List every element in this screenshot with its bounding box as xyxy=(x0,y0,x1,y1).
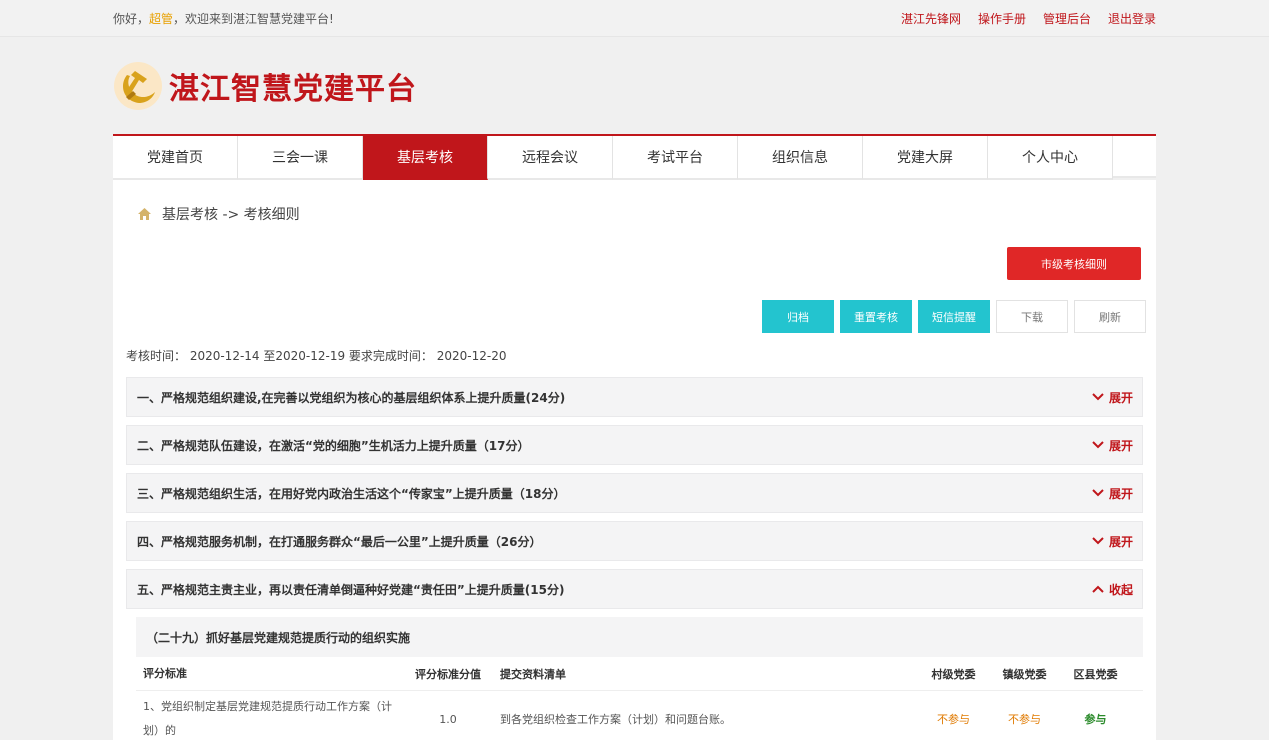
cell-score: 1.0 xyxy=(439,712,457,726)
expand-toggle[interactable]: 展开 xyxy=(1092,533,1133,550)
link-manual[interactable]: 操作手册 xyxy=(978,10,1026,27)
link-pioneer-site[interactable]: 湛江先锋网 xyxy=(901,10,961,27)
greeting-suffix: ，欢迎来到湛江智慧党建平台! xyxy=(173,11,334,26)
expand-toggle[interactable]: 展开 xyxy=(1092,485,1133,502)
col-header-village: 村级党委 xyxy=(931,667,976,681)
cell-county-status: 参与 xyxy=(1084,713,1107,726)
cell-materials: 到各党组织检查工作方案（计划）和问题台账。 xyxy=(500,713,731,726)
col-header-score: 评分标准分值 xyxy=(415,667,481,681)
toggle-label: 展开 xyxy=(1108,438,1133,453)
archive-button[interactable]: 归档 xyxy=(762,300,834,333)
exam-time: 考核时间： 2020-12-14 至2020-12-19 要求完成时间： 202… xyxy=(126,349,507,363)
download-button[interactable]: 下载 xyxy=(996,300,1068,333)
link-logout[interactable]: 退出登录 xyxy=(1108,10,1156,27)
section-header[interactable]: 五、严格规范主责主业，再以责任清单倒逼种好党建“责任田”上提升质量(15分) 收… xyxy=(126,569,1143,609)
toggle-label: 展开 xyxy=(1108,486,1133,501)
section-header[interactable]: 四、严格规范服务机制，在打通服务群众“最后一公里”上提升质量（26分） 展开 xyxy=(126,521,1143,561)
collapse-toggle[interactable]: 收起 xyxy=(1092,581,1133,598)
section-title: 一、严格规范组织建设,在完善以党组织为核心的基层组织体系上提升质量(24分) xyxy=(137,390,566,405)
chevron-up-icon xyxy=(1092,585,1104,593)
col-header-county: 区县党委 xyxy=(1073,667,1118,681)
refresh-button[interactable]: 刷新 xyxy=(1074,300,1146,333)
toggle-label: 展开 xyxy=(1108,534,1133,549)
chevron-down-icon xyxy=(1092,393,1104,401)
section-header[interactable]: 三、严格规范组织生活，在用好党内政治生活这个“传家宝”上提升质量（18分） 展开 xyxy=(126,473,1143,513)
nav-item-exam[interactable]: 考试平台 xyxy=(613,136,738,180)
reset-assessment-button[interactable]: 重置考核 xyxy=(840,300,912,333)
action-buttons: 归档 重置考核 短信提醒 下载 刷新 xyxy=(762,300,1146,333)
section-title: 四、严格规范服务机制，在打通服务群众“最后一公里”上提升质量（26分） xyxy=(137,534,542,549)
site-title: 湛江智慧党建平台 xyxy=(169,71,417,107)
col-header-town: 镇级党委 xyxy=(1002,667,1047,681)
breadcrumb: 基层考核 -> 考核细则 xyxy=(137,204,300,224)
sms-reminder-button[interactable]: 短信提醒 xyxy=(918,300,990,333)
expand-toggle[interactable]: 展开 xyxy=(1092,437,1133,454)
chevron-down-icon xyxy=(1092,489,1104,497)
col-header-materials: 提交资料清单 xyxy=(500,667,566,681)
cell-village-status: 不参与 xyxy=(937,713,970,726)
nav-item-remote-meeting[interactable]: 远程会议 xyxy=(488,136,613,180)
city-rules-button[interactable]: 市级考核细则 xyxy=(1007,247,1141,280)
nav-item-personal-center[interactable]: 个人中心 xyxy=(988,136,1113,180)
greeting-prefix: 你好， xyxy=(113,11,150,26)
section-title: 二、严格规范队伍建设，在激活“党的细胞”生机活力上提升质量（17分） xyxy=(137,438,530,453)
sections-list: 一、严格规范组织建设,在完善以党组织为核心的基层组织体系上提升质量(24分) 展… xyxy=(126,377,1143,740)
toggle-label: 收起 xyxy=(1108,582,1133,597)
table-row: 1、党组织制定基层党建规范提质行动工作方案（计划）的 1.0 到各党组织检查工作… xyxy=(136,691,1143,740)
greeting: 你好，超管，欢迎来到湛江智慧党建平台! xyxy=(113,10,334,27)
nav-filler xyxy=(1113,136,1156,178)
main-content: 基层考核 -> 考核细则 市级考核细则 归档 重置考核 短信提醒 下载 刷新 考… xyxy=(113,180,1156,740)
breadcrumb-text: 基层考核 -> 考核细则 xyxy=(162,207,300,223)
nav-item-three-meetings[interactable]: 三会一课 xyxy=(238,136,363,180)
section-header[interactable]: 一、严格规范组织建设,在完善以党组织为核心的基层组织体系上提升质量(24分) 展… xyxy=(126,377,1143,417)
section-title: 五、严格规范主责主业，再以责任清单倒逼种好党建“责任田”上提升质量(15分) xyxy=(137,582,565,597)
subsection-title: （二十九）抓好基层党建规范提质行动的组织实施 xyxy=(136,617,1143,657)
link-admin[interactable]: 管理后台 xyxy=(1043,10,1091,27)
cell-town-status: 不参与 xyxy=(1008,713,1041,726)
chevron-down-icon xyxy=(1092,441,1104,449)
home-icon[interactable] xyxy=(137,207,152,221)
table-header: 评分标准 评分标准分值 提交资料清单 村级党委 镇级党委 区县党委 xyxy=(136,657,1143,691)
nav-item-home[interactable]: 党建首页 xyxy=(113,136,238,180)
nav-item-org-info[interactable]: 组织信息 xyxy=(738,136,863,180)
main-nav: 党建首页 三会一课 基层考核 远程会议 考试平台 组织信息 党建大屏 个人中心 xyxy=(113,134,1156,180)
username[interactable]: 超管 xyxy=(149,12,173,26)
top-bar: 你好，超管，欢迎来到湛江智慧党建平台! 湛江先锋网 操作手册 管理后台 退出登录 xyxy=(0,0,1269,37)
cell-criteria: 1、党组织制定基层党建规范提质行动工作方案（计划）的 xyxy=(143,700,392,737)
section-title: 三、严格规范组织生活，在用好党内政治生活这个“传家宝”上提升质量（18分） xyxy=(137,486,566,501)
top-links: 湛江先锋网 操作手册 管理后台 退出登录 xyxy=(901,10,1156,27)
expand-toggle[interactable]: 展开 xyxy=(1092,389,1133,406)
section-header[interactable]: 二、严格规范队伍建设，在激活“党的细胞”生机活力上提升质量（17分） 展开 xyxy=(126,425,1143,465)
nav-item-assessment[interactable]: 基层考核 xyxy=(363,136,488,180)
toggle-label: 展开 xyxy=(1108,390,1133,405)
col-header-criteria: 评分标准 xyxy=(143,666,187,680)
party-emblem-icon xyxy=(114,61,162,110)
chevron-down-icon xyxy=(1092,537,1104,545)
subsection: （二十九）抓好基层党建规范提质行动的组织实施 评分标准 评分标准分值 提交资料清… xyxy=(136,617,1143,740)
header: 湛江智慧党建平台 xyxy=(113,37,1156,134)
nav-item-big-screen[interactable]: 党建大屏 xyxy=(863,136,988,180)
